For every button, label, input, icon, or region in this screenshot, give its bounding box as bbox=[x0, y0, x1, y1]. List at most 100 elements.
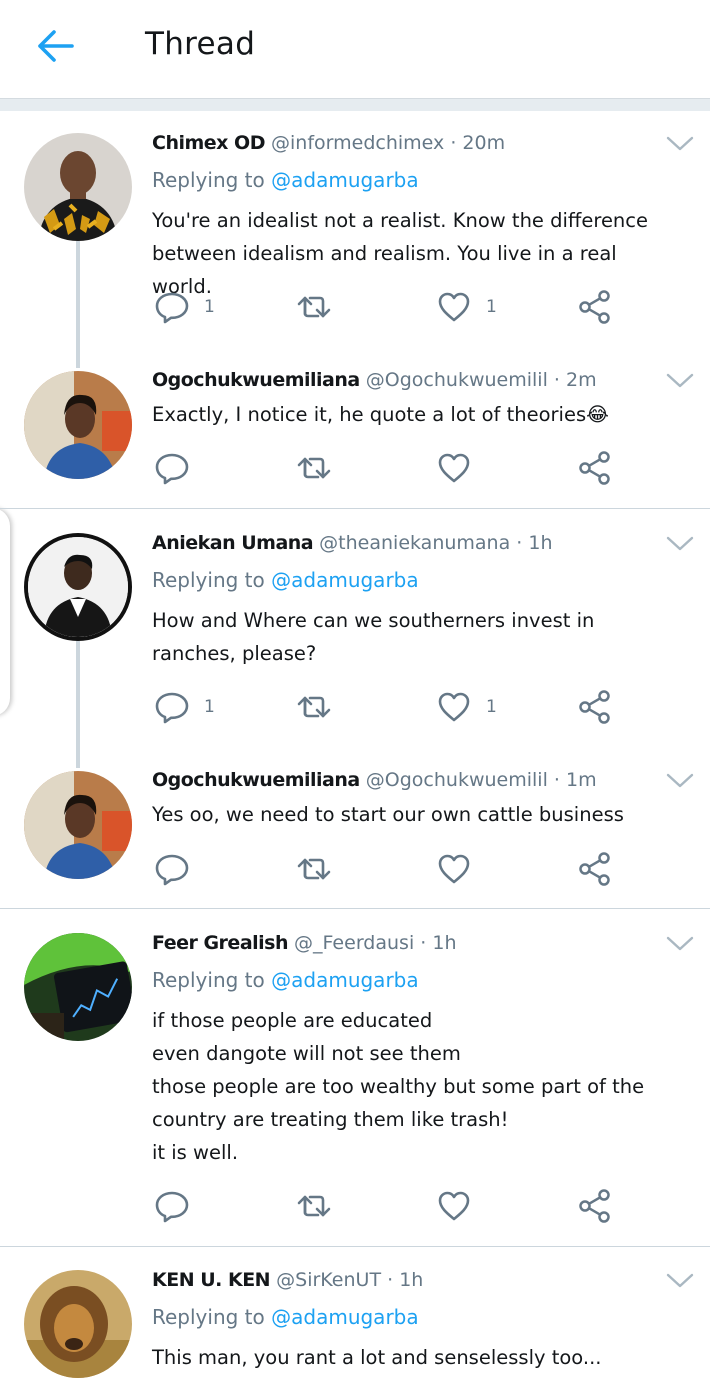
tweet-header: Feer Grealish @_Feerdausi · 1h bbox=[152, 932, 457, 954]
timestamp: 1h bbox=[528, 532, 553, 554]
timestamp: 1m bbox=[566, 769, 597, 791]
replying-to-link[interactable]: @adamugarba bbox=[271, 1305, 419, 1329]
share-button[interactable] bbox=[577, 851, 613, 887]
app-header: Thread bbox=[0, 0, 710, 98]
divider bbox=[0, 508, 710, 509]
like-button[interactable] bbox=[436, 450, 486, 486]
chevron-down-icon[interactable] bbox=[664, 534, 696, 554]
author-handle[interactable]: @Ogochukwuemilil bbox=[366, 369, 548, 391]
timestamp: 1h bbox=[399, 1269, 424, 1291]
like-icon bbox=[436, 1188, 472, 1224]
thread-connector bbox=[76, 640, 80, 768]
author-handle[interactable]: @_Feerdausi bbox=[294, 932, 414, 954]
retweet-button[interactable] bbox=[296, 1188, 332, 1224]
tweet-header: Chimex OD @informedchimex · 20m bbox=[152, 132, 505, 154]
tweet-header: KEN U. KEN @SirKenUT · 1h bbox=[152, 1269, 423, 1291]
reply-icon bbox=[154, 851, 190, 887]
avatar[interactable] bbox=[24, 933, 132, 1041]
like-icon bbox=[436, 689, 472, 725]
reply-count: 1 bbox=[204, 697, 215, 717]
share-icon bbox=[577, 689, 613, 725]
chevron-down-icon[interactable] bbox=[664, 1271, 696, 1291]
retweet-button[interactable] bbox=[296, 851, 332, 887]
tweet-header: Aniekan Umana @theaniekanumana · 1h bbox=[152, 532, 553, 554]
reply-icon bbox=[154, 450, 190, 486]
tweet-text: Exactly, I notice it, he quote a lot of … bbox=[152, 403, 609, 426]
retweet-icon bbox=[296, 689, 332, 725]
reply-button[interactable]: 1 bbox=[154, 289, 215, 325]
share-icon bbox=[577, 851, 613, 887]
chevron-down-icon[interactable] bbox=[664, 371, 696, 391]
reply-button[interactable] bbox=[154, 450, 204, 486]
like-count: 1 bbox=[486, 697, 497, 717]
share-icon bbox=[577, 1188, 613, 1224]
divider bbox=[0, 908, 710, 909]
side-drawer-handle[interactable] bbox=[0, 508, 10, 716]
replying-to-label: Replying to bbox=[152, 968, 272, 992]
separator-dot: · bbox=[553, 369, 560, 391]
tweet-text: How and Where can we southerners invest … bbox=[152, 609, 595, 665]
author-handle[interactable]: @informedchimex bbox=[271, 132, 444, 154]
replying-to-link[interactable]: @adamugarba bbox=[271, 568, 419, 592]
retweet-button[interactable] bbox=[296, 289, 332, 325]
tweet-text: Yes oo, we need to start our own cattle … bbox=[152, 803, 624, 826]
reply-button[interactable]: 1 bbox=[154, 689, 215, 725]
author-name[interactable]: Aniekan Umana bbox=[152, 532, 314, 554]
replying-to-link[interactable]: @adamugarba bbox=[271, 168, 419, 192]
reply-count: 1 bbox=[204, 297, 215, 317]
tweet-header: Ogochukwuemiliana @Ogochukwuemilil · 1m bbox=[152, 769, 597, 791]
like-button[interactable] bbox=[436, 851, 486, 887]
tweet-text: This man, you rant a lot and senselessly… bbox=[152, 1346, 602, 1369]
replying-to: Replying to @adamugarba bbox=[152, 168, 419, 192]
share-button[interactable] bbox=[577, 450, 613, 486]
reply-icon bbox=[154, 689, 190, 725]
author-name[interactable]: KEN U. KEN bbox=[152, 1269, 271, 1291]
like-icon bbox=[436, 450, 472, 486]
share-icon bbox=[577, 289, 613, 325]
avatar[interactable] bbox=[24, 1270, 132, 1378]
retweet-icon bbox=[296, 851, 332, 887]
author-handle[interactable]: @SirKenUT bbox=[276, 1269, 381, 1291]
divider bbox=[0, 1246, 710, 1247]
replying-to-label: Replying to bbox=[152, 1305, 272, 1329]
retweet-button[interactable] bbox=[296, 689, 332, 725]
like-button[interactable] bbox=[436, 1188, 486, 1224]
separator-dot: · bbox=[420, 932, 427, 954]
thread-connector bbox=[76, 240, 80, 368]
avatar[interactable] bbox=[24, 771, 132, 879]
author-name[interactable]: Ogochukwuemiliana bbox=[152, 369, 360, 391]
author-name[interactable]: Chimex OD bbox=[152, 132, 265, 154]
replying-to-label: Replying to bbox=[152, 168, 272, 192]
avatar[interactable] bbox=[24, 371, 132, 479]
author-handle[interactable]: @theaniekanumana bbox=[319, 532, 510, 554]
avatar[interactable] bbox=[24, 133, 132, 241]
avatar[interactable] bbox=[24, 533, 132, 641]
retweet-icon bbox=[296, 1188, 332, 1224]
chevron-down-icon[interactable] bbox=[664, 771, 696, 791]
replying-to: Replying to @adamugarba bbox=[152, 1305, 419, 1329]
share-button[interactable] bbox=[577, 289, 613, 325]
replying-to-link[interactable]: @adamugarba bbox=[271, 968, 419, 992]
chevron-down-icon[interactable] bbox=[664, 134, 696, 154]
separator-dot: · bbox=[516, 532, 523, 554]
retweet-button[interactable] bbox=[296, 450, 332, 486]
separator-dot: · bbox=[450, 132, 457, 154]
reply-button[interactable] bbox=[154, 1188, 204, 1224]
author-name[interactable]: Feer Grealish bbox=[152, 932, 289, 954]
reply-icon bbox=[154, 1188, 190, 1224]
replying-to: Replying to @adamugarba bbox=[152, 568, 419, 592]
reply-button[interactable] bbox=[154, 851, 204, 887]
like-button[interactable]: 1 bbox=[436, 289, 497, 325]
share-button[interactable] bbox=[577, 1188, 613, 1224]
author-name[interactable]: Ogochukwuemiliana bbox=[152, 769, 360, 791]
share-button[interactable] bbox=[577, 689, 613, 725]
back-button[interactable] bbox=[32, 24, 80, 68]
chevron-down-icon[interactable] bbox=[664, 934, 696, 954]
author-handle[interactable]: @Ogochukwuemilil bbox=[366, 769, 548, 791]
back-arrow-icon bbox=[38, 30, 74, 62]
header-separator bbox=[0, 98, 710, 111]
tweet-header: Ogochukwuemiliana @Ogochukwuemilil · 2m bbox=[152, 369, 597, 391]
like-button[interactable]: 1 bbox=[436, 689, 497, 725]
retweet-icon bbox=[296, 450, 332, 486]
replying-to-label: Replying to bbox=[152, 568, 272, 592]
